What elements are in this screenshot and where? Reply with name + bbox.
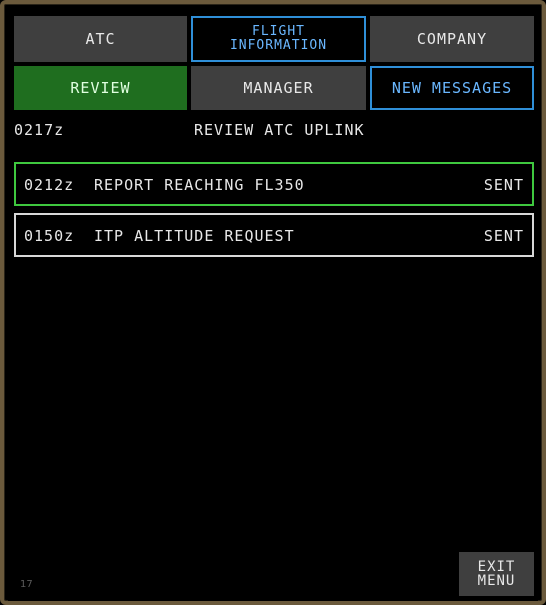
new-messages-button[interactable]: NEW MESSAGES [370, 66, 534, 110]
tab-company[interactable]: COMPANY [370, 16, 534, 62]
message-time: 0212z [24, 176, 75, 194]
header-title: REVIEW ATC UPLINK [194, 121, 365, 139]
tab-flight-information-label: FLIGHT INFORMATION [230, 25, 327, 53]
exit-menu-button[interactable]: EXIT MENU [459, 552, 534, 596]
tab-flight-information[interactable]: FLIGHT INFORMATION [191, 16, 366, 62]
tab-atc[interactable]: ATC [14, 16, 187, 62]
tab-company-label: COMPANY [416, 30, 488, 48]
manager-button-label: MANAGER [243, 79, 314, 97]
exit-menu-line2: MENU [477, 573, 516, 589]
exit-menu-label: EXIT MENU [478, 560, 516, 588]
message-row[interactable]: 0212z REPORT REACHING FL350 SENT [14, 162, 534, 206]
message-status: SENT [483, 227, 524, 245]
message-text: ITP ALTITUDE REQUEST [94, 227, 295, 245]
display-bezel: ATC FLIGHT INFORMATION COMPANY REVIEW MA… [0, 0, 546, 605]
review-button[interactable]: REVIEW [14, 66, 187, 110]
review-button-label: REVIEW [70, 79, 131, 97]
cdu-screen: ATC FLIGHT INFORMATION COMPANY REVIEW MA… [8, 8, 538, 601]
tab-flight-information-line1: FLIGHT [252, 24, 305, 39]
message-text: REPORT REACHING FL350 [94, 176, 305, 194]
message-status: SENT [483, 176, 524, 194]
tab-flight-information-line2: INFORMATION [229, 38, 328, 53]
new-messages-button-label: NEW MESSAGES [391, 79, 513, 97]
exit-menu-line1: EXIT [477, 559, 516, 575]
page-number: 17 [20, 579, 33, 590]
tab-atc-label: ATC [85, 30, 116, 48]
manager-button[interactable]: MANAGER [191, 66, 366, 110]
review-header: 0217z REVIEW ATC UPLINK [8, 115, 538, 145]
message-row[interactable]: 0150z ITP ALTITUDE REQUEST SENT [14, 213, 534, 257]
message-time: 0150z [24, 227, 75, 245]
header-time: 0217z [14, 121, 65, 139]
